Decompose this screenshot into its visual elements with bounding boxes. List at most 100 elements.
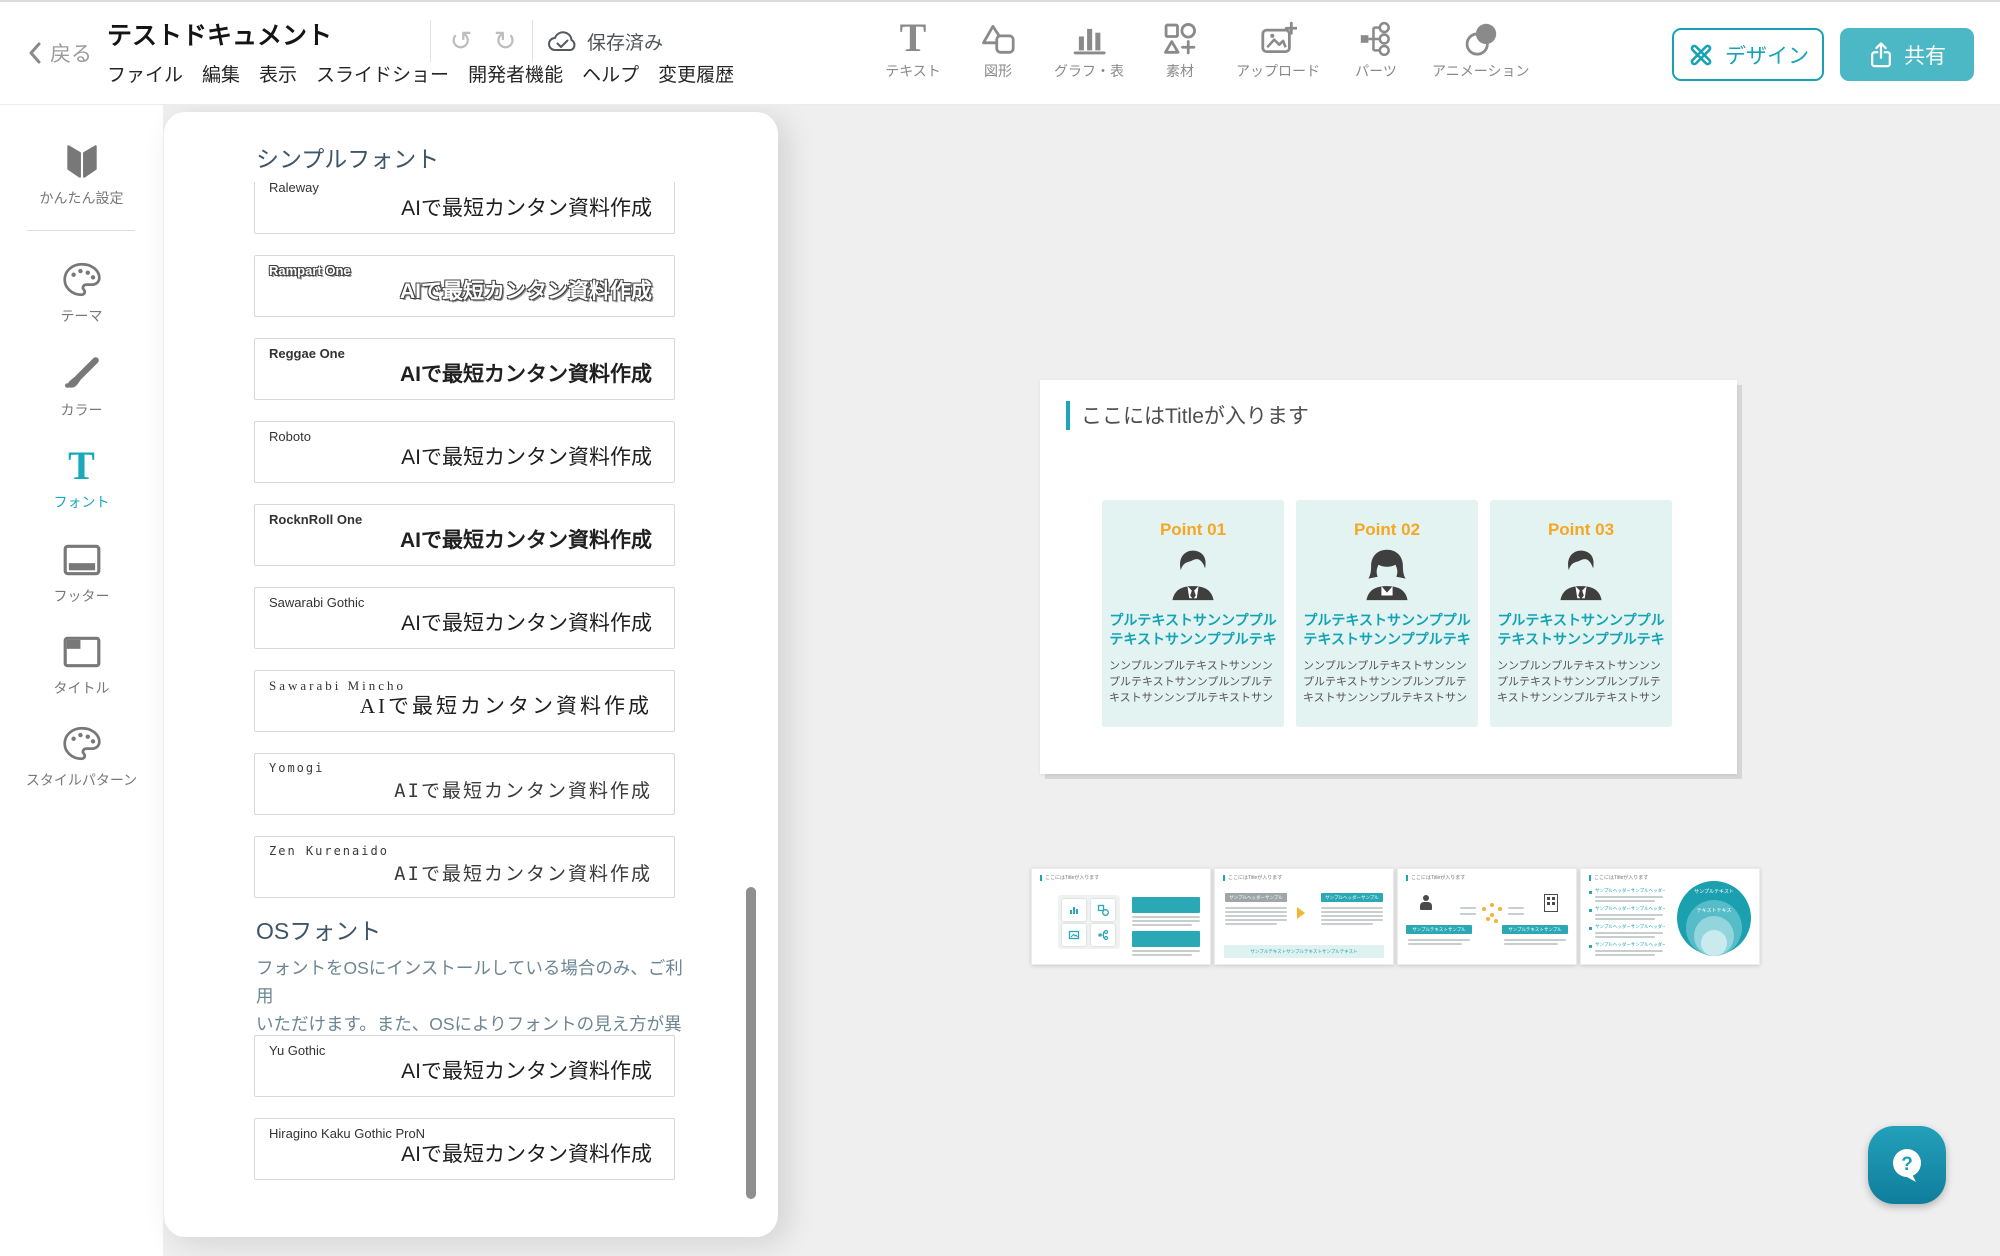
settings-sidebar: かんたん設定 テーマ カラー T フォント: [0, 105, 163, 1256]
tool-assets[interactable]: 素材: [1151, 14, 1209, 81]
point-label: Point 02: [1296, 520, 1478, 540]
back-button[interactable]: 戻る: [28, 38, 92, 68]
tool-parts[interactable]: パーツ: [1347, 14, 1405, 81]
font-option-sawarabi-gothic[interactable]: Sawarabi Gothic AIで最短カンタン資料作成: [254, 587, 675, 649]
font-option-roboto[interactable]: Roboto AIで最短カンタン資料作成: [254, 421, 675, 483]
point-card-3[interactable]: Point 03 プルテキストサンンププル テキストサンンププルテキ ンンプルン…: [1490, 500, 1672, 727]
tool-text[interactable]: T テキスト: [884, 14, 942, 81]
sidebar-item-easy-settings[interactable]: かんたん設定: [0, 140, 163, 208]
font-option-rampart-one[interactable]: Rampart One AIで最短カンタン資料作成: [254, 255, 675, 317]
font-option-yu-gothic[interactable]: Yu Gothic AIで最短カンタン資料作成: [254, 1035, 675, 1097]
thumbnail-slide-4[interactable]: ここにはTitleが入ります サンプルヘッダーサンプルヘッダーサン サンプルヘッ…: [1580, 868, 1760, 965]
female-avatar-icon: [1356, 546, 1418, 602]
slide-editor[interactable]: ここにはTitleが入ります Point 01 プルテキストサンンププル テキス…: [1040, 380, 1737, 774]
menu-history[interactable]: 変更履歴: [658, 60, 734, 87]
brush-icon: [61, 354, 103, 394]
mini-chart-icon: [1068, 904, 1080, 916]
font-sample-text: AIで最短カンタン資料作成: [400, 358, 652, 388]
thumbnail-slide-1[interactable]: ここにはTitleが入ります: [1031, 868, 1211, 965]
panel-scrollbar[interactable]: [746, 887, 756, 1199]
sidebar-item-style-pattern[interactable]: スタイルパターン: [0, 722, 163, 790]
nested-circle-inner: [1701, 930, 1727, 956]
text-block-header: [1132, 897, 1200, 913]
chevron-left-icon: [28, 42, 42, 64]
menu-edit[interactable]: 編集: [202, 60, 240, 87]
mini-building-icon: [1544, 894, 1558, 912]
mini-shapes-icon: [1097, 904, 1109, 916]
sidebar-item-label: タイトル: [0, 678, 163, 698]
font-name-label: Yomogi: [269, 761, 324, 775]
menu-slideshow[interactable]: スライドショー: [316, 60, 449, 87]
undo-icon[interactable]: ↺: [442, 20, 480, 62]
sidebar-item-footer[interactable]: フッター: [0, 538, 163, 606]
text-tool-icon: T: [900, 18, 927, 58]
thumbnail-slide-3[interactable]: ここにはTitleが入ります サンプルテキストサンプル サンプルテキストサンプル: [1397, 868, 1577, 965]
document-title[interactable]: テストドキュメント: [107, 16, 332, 52]
share-button-label: 共有: [1904, 40, 1946, 70]
menu-bar: ファイル 編集 表示 スライドショー 開発者機能 ヘルプ 変更履歴: [107, 60, 734, 87]
tool-animation[interactable]: アニメーション: [1432, 14, 1529, 81]
os-fonts-heading: OSフォント: [256, 912, 381, 946]
thumbnail-slide-2[interactable]: ここにはTitleが入ります サンプルヘッダーサンプル サンプルヘッダーサンプル…: [1214, 868, 1394, 965]
font-sample-text: AIで最短カンタン資料作成: [400, 524, 652, 554]
divider: [532, 20, 533, 62]
card-body: ンンプルンプルテキストサンンン プルテキストサンンプルンプルテ キストサンンンプ…: [1303, 658, 1471, 706]
font-sample-text: AIで最短カンタン資料作成: [401, 1138, 652, 1168]
assets-icon: [1161, 20, 1199, 58]
palette-icon: [61, 260, 103, 300]
sample-label-teal: サンプルテキストサンプル: [1502, 925, 1568, 934]
font-name-label: Yu Gothic: [269, 1043, 325, 1058]
menu-file[interactable]: ファイル: [107, 60, 183, 87]
card-body: ンンプルンプルテキストサンンン プルテキストサンンプルンプルテ キストサンンンプ…: [1497, 658, 1665, 706]
font-option-zen-kurenaido[interactable]: Zen Kurenaido AIで最短カンタン資料作成: [254, 836, 675, 898]
sidebar-item-label: カラー: [0, 400, 163, 420]
slide-thumbnails: ここにはTitleが入ります ここにはTitleが入ります サンプルヘッダーサン…: [1031, 868, 1760, 965]
icon-grid-panel: [1058, 895, 1120, 949]
help-bubble-icon: ?: [1885, 1143, 1929, 1187]
sidebar-item-label: テーマ: [0, 306, 163, 326]
font-name-label: Rampart One: [269, 263, 351, 278]
sidebar-item-theme[interactable]: テーマ: [0, 258, 163, 326]
share-icon: [1868, 41, 1894, 69]
sidebar-item-color[interactable]: カラー: [0, 352, 163, 420]
title-area-icon: [61, 634, 103, 670]
title-accent-bar: [1040, 875, 1042, 881]
font-name-label: Zen Kurenaido: [269, 844, 389, 858]
sidebar-item-font[interactable]: T フォント: [0, 444, 163, 512]
title-accent-bar: [1589, 875, 1591, 881]
mini-image-icon: [1068, 929, 1080, 941]
sidebar-item-label: かんたん設定: [0, 188, 163, 208]
font-name-label: Sawarabi Gothic: [269, 595, 364, 610]
animation-icon: [1462, 20, 1500, 58]
font-sample-text: AIで最短カンタン資料作成: [360, 690, 652, 720]
font-option-yomogi[interactable]: Yomogi AIで最短カンタン資料作成: [254, 753, 675, 815]
menu-view[interactable]: 表示: [259, 60, 297, 87]
design-button-label: デザイン: [1725, 40, 1809, 70]
redo-icon[interactable]: ↻: [486, 20, 524, 62]
tool-chart[interactable]: グラフ・表: [1054, 14, 1124, 81]
font-option-rocknroll-one[interactable]: RocknRoll One AIで最短カンタン資料作成: [254, 504, 675, 566]
menu-developer[interactable]: 開発者機能: [468, 60, 563, 87]
point-label: Point 01: [1102, 520, 1284, 540]
share-button[interactable]: 共有: [1840, 28, 1974, 81]
card-heading: プルテキストサンンププル テキストサンンププルテキ: [1107, 611, 1279, 649]
font-option-hiragino[interactable]: Hiragino Kaku Gothic ProN AIで最短カンタン資料作成: [254, 1118, 675, 1180]
sidebar-item-title[interactable]: タイトル: [0, 630, 163, 698]
font-option-reggae-one[interactable]: Reggae One AIで最短カンタン資料作成: [254, 338, 675, 400]
font-sample-text: AIで最短カンタン資料作成: [401, 607, 652, 637]
title-accent-bar: [1223, 875, 1225, 881]
font-option-raleway[interactable]: Raleway AIで最短カンタン資料作成: [254, 182, 675, 234]
point-card-1[interactable]: Point 01 プルテキストサンンププル テキストサンンププルテキ ンンプルン…: [1102, 500, 1284, 727]
slide-title: ここにはTitleが入ります: [1081, 400, 1309, 430]
slide-title-block[interactable]: ここにはTitleが入ります: [1066, 400, 1309, 430]
point-card-2[interactable]: Point 02 プルテキストサンンププル テキストサンンププルテキ ンンプルン…: [1296, 500, 1478, 727]
design-button[interactable]: デザイン: [1672, 28, 1824, 81]
card-body: ンンプルンプルテキストサンンン プルテキストサンンプルンプルテ キストサンンンプ…: [1109, 658, 1277, 706]
tool-shapes[interactable]: 図形: [969, 14, 1027, 81]
font-sample-text: AIで最短カンタン資料作成: [401, 192, 652, 222]
tool-upload[interactable]: アップロード: [1236, 14, 1320, 81]
font-option-sawarabi-mincho[interactable]: Sawarabi Mincho AIで最短カンタン資料作成: [254, 670, 675, 732]
help-button[interactable]: ?: [1868, 1126, 1946, 1204]
menu-help[interactable]: ヘルプ: [582, 60, 639, 87]
mini-person-icon: [1418, 895, 1434, 911]
